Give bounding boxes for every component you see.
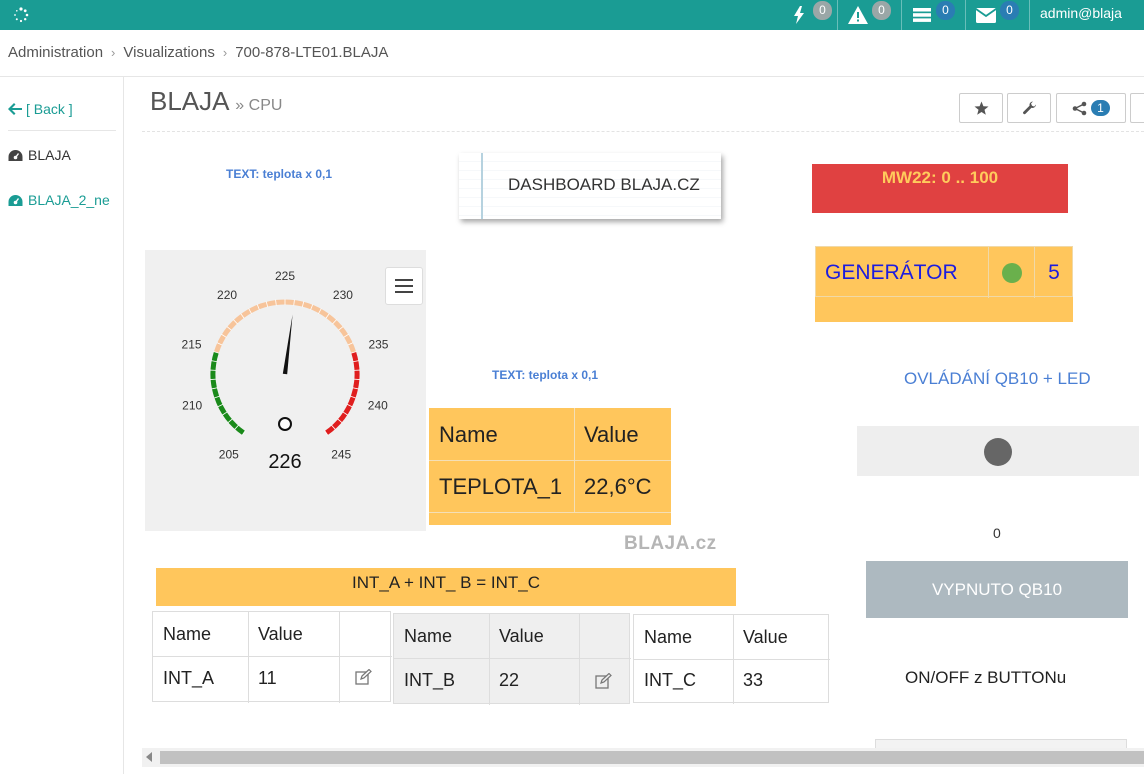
- dashboard-note-text: DASHBOARD BLAJA.CZ: [508, 175, 700, 194]
- gauge-tick-label: 210: [182, 399, 202, 413]
- gauge-tick-label: 230: [333, 288, 353, 302]
- status-led-icon: [1001, 262, 1022, 283]
- queue-badge: 0: [936, 0, 955, 20]
- messages-badge: 0: [1000, 0, 1019, 20]
- loading-spinner-icon: [14, 7, 29, 23]
- generator-led: [989, 247, 1035, 298]
- page-title: BLAJA » CPU: [150, 86, 283, 116]
- wrench-icon: [1022, 100, 1036, 114]
- int-formula-banner: INT_A + INT_ B = INT_C: [156, 568, 736, 606]
- breadcrumb-administration[interactable]: Administration: [8, 44, 103, 61]
- led-value: 0: [993, 525, 1001, 541]
- alerts-badge: 0: [872, 0, 891, 20]
- int-a-value: 11: [258, 668, 277, 688]
- bolt-icon: [788, 4, 810, 26]
- dashboard-icon: [8, 194, 23, 206]
- dashboard-note: DASHBOARD BLAJA.CZ: [459, 153, 721, 219]
- messages-button[interactable]: 0: [975, 0, 1019, 30]
- breadcrumb-current: 700-878-LTE01.BLAJA: [235, 44, 389, 61]
- int-c-name: INT_C: [644, 670, 697, 690]
- scroll-left-icon[interactable]: [146, 752, 152, 762]
- gauge-value: 226: [268, 451, 301, 473]
- onoff-label: ON/OFF z BUTTONu: [905, 668, 1067, 687]
- more-button[interactable]: [1130, 93, 1144, 123]
- events-badge: 0: [813, 0, 832, 20]
- gauge-tick-label: 235: [368, 338, 388, 352]
- generator-label: GENERÁTOR: [816, 247, 989, 298]
- teplota-name-cell: TEPLOTA_1: [439, 474, 563, 499]
- favorite-button[interactable]: [959, 93, 1003, 123]
- dashboard-icon: [8, 149, 23, 161]
- table-header-value: Value: [743, 627, 788, 647]
- led-indicator-icon: [984, 438, 1012, 466]
- int-b-name: INT_B: [404, 670, 456, 690]
- share-button[interactable]: 1: [1056, 93, 1126, 123]
- events-button[interactable]: 0: [788, 0, 832, 30]
- settings-button[interactable]: [1007, 93, 1051, 123]
- int-a-name: INT_A: [163, 668, 215, 688]
- sidebar-item-blaja[interactable]: BLAJA: [8, 147, 71, 163]
- sidebar: [ Back ] BLAJA BLAJA_2_ne: [0, 77, 124, 774]
- toggle-qb10-button[interactable]: VYPNUTO QB10: [866, 561, 1128, 618]
- gauge-tick-label: 220: [217, 288, 237, 302]
- teplota-table: Name Value TEPLOTA_1 22,6°C: [429, 408, 671, 525]
- back-link[interactable]: [ Back ]: [8, 101, 73, 117]
- control-title: OVLÁDÁNÍ QB10 + LED: [904, 369, 1091, 388]
- gauge-widget: 205 210 215 220 225 230 235 240 245 226: [145, 250, 426, 531]
- generator-widget: GENERÁTOR 5: [815, 246, 1073, 322]
- int-b-table: Name Value INT_B 22: [393, 613, 631, 705]
- gauge-band-2: [324, 351, 360, 436]
- chevron-right-icon: ›: [111, 45, 116, 60]
- chevron-right-icon: ›: [222, 45, 228, 60]
- sidebar-item-blaja-2-ne[interactable]: BLAJA_2_ne: [8, 192, 110, 208]
- user-menu[interactable]: admin@blaja: [1040, 0, 1122, 30]
- edit-icon[interactable]: [595, 673, 613, 689]
- led-indicator-box: [857, 426, 1139, 476]
- table-header-name: Name: [439, 422, 498, 447]
- share-count-badge: 1: [1091, 100, 1110, 116]
- text-label-teplota: TEXT: teplota x 0,1: [226, 167, 333, 181]
- table-header-name: Name: [163, 624, 212, 644]
- queue-button[interactable]: 0: [911, 0, 955, 30]
- generator-value: 5: [1048, 260, 1060, 284]
- gauge-band-0: [210, 351, 246, 436]
- horizontal-scrollbar[interactable]: [142, 748, 1144, 767]
- table-header-value: Value: [499, 626, 544, 646]
- gauge-tick-label: 225: [275, 269, 295, 283]
- warning-icon: [847, 4, 869, 26]
- edit-icon[interactable]: [355, 669, 373, 685]
- envelope-icon: [975, 4, 997, 26]
- gauge-tick-label: 215: [182, 338, 202, 352]
- gauge-tick-label: 205: [219, 447, 239, 461]
- int-b-value: 22: [499, 670, 520, 690]
- table-header-name: Name: [644, 627, 693, 647]
- alerts-button[interactable]: 0: [847, 0, 891, 30]
- star-icon: [974, 101, 988, 115]
- breadcrumb-visualizations[interactable]: Visualizations: [123, 44, 214, 61]
- table-header-value: Value: [584, 422, 639, 447]
- table-header-value: Value: [258, 624, 303, 644]
- page-subtitle: » CPU: [235, 97, 283, 114]
- share-icon: [1072, 101, 1087, 115]
- gauge-tick-label: 245: [331, 447, 351, 461]
- int-c-table: Name Value INT_C 33: [633, 614, 830, 704]
- breadcrumb: Administration › Visualizations › 700-87…: [8, 44, 388, 61]
- teplota-value-cell: 22,6°C: [584, 474, 652, 499]
- text-label-teplota-2: TEXT: teplota x 0,1: [492, 368, 599, 382]
- gauge-chart: 205 210 215 220 225 230 235 240 245 226: [182, 269, 389, 473]
- server-icon: [911, 4, 933, 26]
- scrollbar-thumb[interactable]: [160, 751, 1144, 764]
- gauge-band-1: [213, 299, 357, 354]
- arrow-left-icon: [8, 103, 22, 115]
- top-bar: 0 0 0 0 admin@blaja: [0, 0, 1144, 30]
- int-c-value: 33: [743, 670, 764, 690]
- int-a-table: Name Value INT_A 11: [152, 611, 392, 703]
- gauge-pivot: [278, 417, 292, 431]
- table-header-name: Name: [404, 626, 453, 646]
- watermark-logo: BLAJA.cz: [624, 533, 717, 554]
- mw22-indicator: MW22: 0 .. 100: [812, 164, 1068, 213]
- gauge-needle: [282, 314, 293, 375]
- gauge-tick-label: 240: [368, 399, 388, 413]
